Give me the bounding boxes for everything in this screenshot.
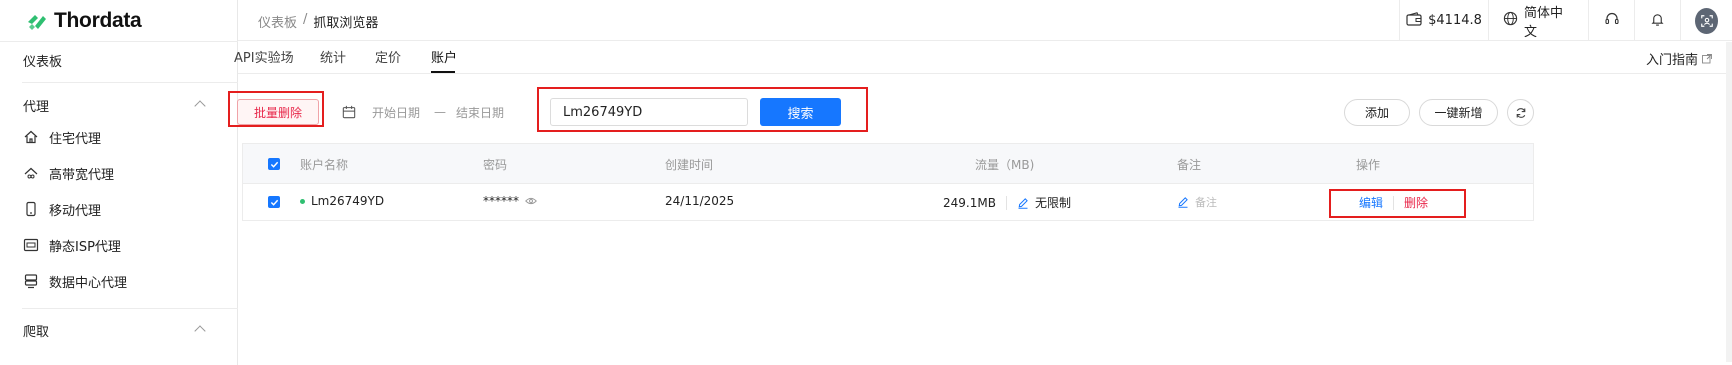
sidebar-item-label: 静态ISP代理: [49, 239, 121, 255]
tab-pricing[interactable]: 定价: [375, 47, 401, 66]
check-icon: [270, 161, 278, 168]
sidebar-item-high-bandwidth[interactable]: 高带宽代理: [0, 165, 238, 183]
app-root: Thordata 仪表板 代理 住宅代理 高带宽代理 移动代理 静态ISP代理 …: [0, 0, 1732, 365]
password-cell: ******: [483, 194, 537, 208]
account-name-cell: Lm26749YD: [300, 194, 384, 208]
home-icon: [23, 129, 39, 145]
guide-label: 入门指南: [1645, 53, 1698, 68]
select-all-checkbox[interactable]: [268, 158, 280, 170]
edit-icon[interactable]: [1017, 197, 1029, 209]
date-separator: —: [434, 105, 447, 119]
sidebar-item-label: 仪表板: [23, 54, 63, 70]
traffic-value: 249.1MB: [943, 195, 996, 210]
sidebar-group-scrape[interactable]: 爬取: [0, 322, 238, 340]
breadcrumb-current: 抓取浏览器: [313, 16, 379, 31]
sidebar-item-residential[interactable]: 住宅代理: [0, 129, 238, 147]
balance-button[interactable]: $4114.8: [1399, 0, 1488, 41]
sidebar-group-label: 代理: [23, 99, 50, 115]
thordata-logo-icon: [28, 15, 46, 30]
tab-statistics[interactable]: 统计: [320, 47, 346, 66]
sidebar-group-label: 爬取: [23, 324, 50, 340]
quick-add-button[interactable]: 一键新增: [1419, 99, 1498, 126]
headset-icon: [1604, 11, 1620, 31]
bulk-delete-button[interactable]: 批量删除: [237, 99, 319, 125]
mobile-icon: [23, 201, 39, 217]
brand-name: Thordata: [54, 9, 142, 32]
add-button[interactable]: 添加: [1344, 99, 1410, 126]
sidebar-item-label: 高带宽代理: [49, 167, 115, 183]
created-date: 24/11/2025: [665, 194, 735, 208]
sidebar-item-datacenter[interactable]: 数据中心代理: [0, 273, 238, 291]
top-header: 仪表板 / 抓取浏览器 $4114.8 简体中文: [238, 0, 1732, 41]
end-date-placeholder[interactable]: 结束日期: [456, 104, 504, 121]
active-tab-indicator: [431, 71, 455, 73]
external-link-icon: [1702, 53, 1712, 63]
balance-amount: $4114.8: [1428, 13, 1482, 28]
scrollbar[interactable]: [1726, 42, 1732, 362]
calendar-icon: [342, 105, 356, 119]
status-dot: [300, 198, 305, 204]
logo[interactable]: Thordata: [26, 9, 142, 32]
start-date-placeholder[interactable]: 开始日期: [372, 104, 420, 121]
check-icon: [270, 199, 278, 206]
language-selector[interactable]: 简体中文: [1488, 0, 1588, 41]
language-label: 简体中文: [1524, 5, 1564, 40]
sidebar-item-label: 移动代理: [49, 203, 102, 219]
breadcrumb-root[interactable]: 仪表板: [258, 12, 297, 31]
eye-icon[interactable]: [525, 196, 537, 206]
chevron-up-icon: [194, 100, 206, 112]
breadcrumb-separator: /: [303, 12, 308, 27]
globe-icon: [1503, 11, 1518, 30]
edit-icon: [1178, 197, 1188, 208]
sidebar-item-label: 住宅代理: [49, 131, 102, 147]
notifications-button[interactable]: [1634, 0, 1680, 41]
column-header-actions: 操作: [1356, 158, 1381, 172]
tab-api-playground[interactable]: API实验场: [234, 47, 294, 66]
sidebar: Thordata 仪表板 代理 住宅代理 高带宽代理 移动代理 静态ISP代理 …: [0, 0, 238, 365]
row-checkbox[interactable]: [268, 196, 280, 208]
column-header-password: 密码: [483, 158, 508, 172]
breadcrumb: 仪表板 / 抓取浏览器: [258, 12, 378, 31]
column-header-traffic: 流量（MB): [975, 158, 1035, 172]
sidebar-item-mobile[interactable]: 移动代理: [0, 201, 238, 219]
header-actions: $4114.8 简体中文: [1399, 0, 1732, 41]
highlight-box: [1329, 189, 1466, 218]
infinity-home-icon: [23, 165, 39, 181]
column-header-note: 备注: [1177, 158, 1202, 172]
sidebar-divider: [22, 82, 238, 83]
divider: [1005, 195, 1007, 210]
sidebar-item-label: 数据中心代理: [49, 275, 128, 291]
search-button[interactable]: 搜索: [760, 98, 841, 126]
traffic-cell: 249.1MB 无限制: [943, 194, 1071, 211]
traffic-limit: 无限制: [1034, 196, 1071, 210]
column-header-created: 创建时间: [665, 158, 714, 172]
password-masked: ******: [483, 194, 519, 208]
sidebar-item-dashboard[interactable]: 仪表板: [0, 52, 238, 70]
refresh-button[interactable]: [1507, 99, 1534, 126]
server-icon: [23, 273, 39, 289]
sidebar-item-isp[interactable]: 静态ISP代理: [0, 237, 238, 255]
sidebar-divider: [22, 308, 238, 309]
table-header: 账户名称 密码 创建时间 流量（MB) 备注 操作: [243, 144, 1533, 184]
note-placeholder: 备注: [1195, 196, 1217, 209]
support-button[interactable]: [1588, 0, 1634, 41]
tab-bar: API实验场 统计 定价 账户 入门指南: [234, 42, 1732, 74]
refresh-icon: [1516, 107, 1525, 118]
sidebar-group-proxy[interactable]: 代理: [0, 97, 238, 115]
wallet-icon: [1406, 11, 1422, 30]
bell-icon: [1650, 11, 1665, 31]
tab-account[interactable]: 账户: [431, 47, 457, 66]
sidebar-divider: [0, 41, 238, 42]
avatar: [1695, 7, 1718, 34]
search-input[interactable]: Lm26749YD: [550, 98, 748, 126]
column-header-name: 账户名称: [300, 158, 349, 172]
user-scan-icon: [1700, 14, 1713, 27]
date-range-picker[interactable]: 开始日期 — 结束日期: [342, 97, 532, 127]
chevron-up-icon: [194, 325, 206, 337]
isp-icon: [23, 237, 39, 253]
note-cell[interactable]: 备注: [1177, 194, 1217, 210]
account-name: Lm26749YD: [311, 194, 385, 208]
getting-started-link[interactable]: 入门指南: [1646, 49, 1712, 68]
user-menu[interactable]: [1680, 0, 1732, 41]
